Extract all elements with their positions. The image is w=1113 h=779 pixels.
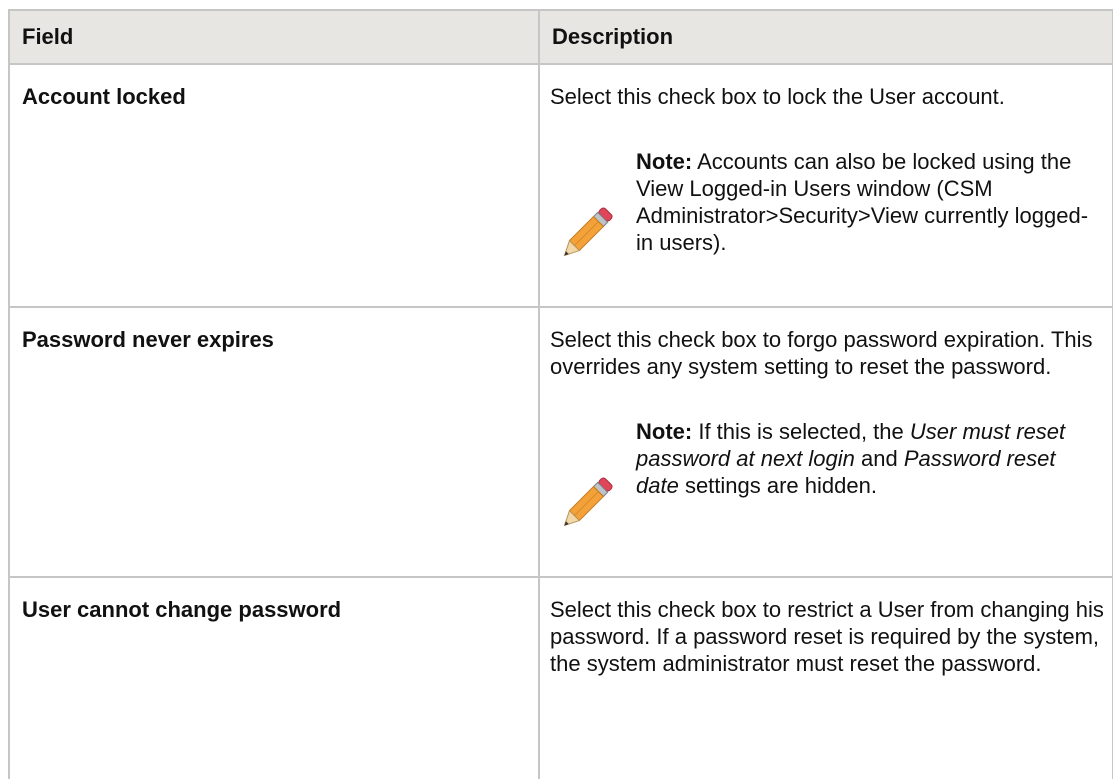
description-text: Select this check box to forgo password …: [550, 326, 1093, 379]
description-cell: Select this check box to restrict a User…: [538, 575, 1113, 779]
note-body-a: If this is selected, the: [692, 418, 910, 444]
note-body: Accounts can also be locked using the Vi…: [636, 149, 1089, 255]
table-row: Account locked Select this check box to …: [8, 63, 1113, 308]
pencil-icon: [563, 477, 613, 526]
table-row: User cannot change password Select this …: [8, 575, 1113, 779]
note-block: Note: Accounts can also be locked using …: [550, 148, 1104, 270]
pencil-icon: [563, 207, 613, 257]
note-text: Note: Accounts can also be locked using …: [636, 148, 1096, 256]
field-name: Password never expires: [8, 305, 540, 578]
field-name: User cannot change password: [8, 575, 540, 779]
note-body-c: settings are hidden.: [678, 472, 877, 498]
note-label: Note:: [636, 149, 693, 174]
table-row: Password never expires Select this check…: [8, 305, 1113, 578]
description-cell: Select this check box to forgo password …: [538, 305, 1113, 578]
field-name: Account locked: [8, 63, 540, 308]
note-block: Note: If this is selected, the User must…: [550, 418, 1104, 540]
description-text: Select this check box to lock the User a…: [550, 84, 1005, 109]
description-text: Select this check box to restrict a User…: [550, 596, 1104, 676]
note-text: Note: If this is selected, the User must…: [636, 418, 1096, 499]
field-description-table: Field Description Account locked Select …: [8, 9, 1113, 779]
description-column-header: Description: [538, 9, 1113, 65]
note-body-b: and: [854, 445, 904, 471]
table-header-row: Field Description: [8, 9, 1113, 65]
note-label: Note:: [636, 418, 693, 444]
field-column-header: Field: [8, 9, 540, 65]
description-cell: Select this check box to lock the User a…: [538, 63, 1113, 308]
